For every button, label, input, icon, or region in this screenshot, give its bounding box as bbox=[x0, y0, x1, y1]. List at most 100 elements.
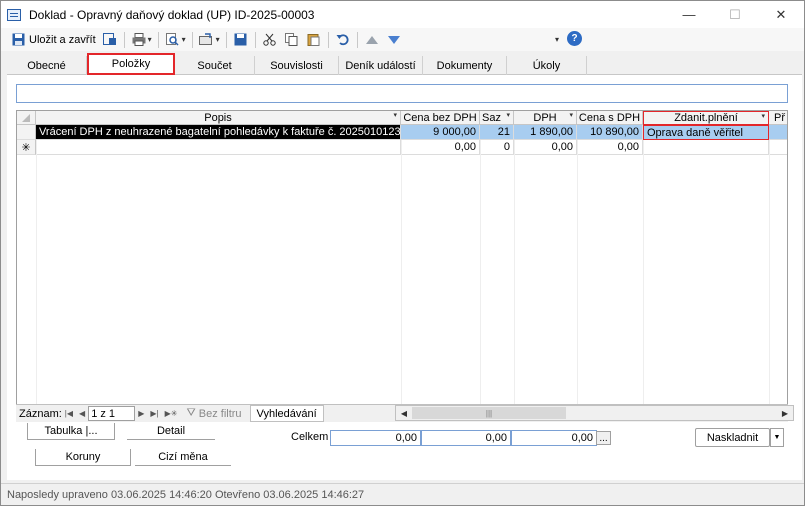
cell-sazba[interactable]: 21 bbox=[480, 125, 514, 140]
cell-pr[interactable] bbox=[769, 140, 787, 155]
scroll-left-icon[interactable]: ◀ bbox=[397, 407, 411, 420]
export-button[interactable]: ▾ bbox=[196, 30, 223, 50]
sort-dropdown-icon[interactable]: ▾ bbox=[393, 111, 397, 119]
triangle-down-icon bbox=[386, 32, 402, 48]
row-indicator[interactable] bbox=[17, 125, 36, 140]
form-icon bbox=[7, 8, 21, 21]
tab-detail[interactable]: Detail bbox=[127, 423, 215, 440]
new-record-icon[interactable]: ▶✳ bbox=[165, 409, 178, 418]
column-header-pr[interactable]: Př bbox=[769, 111, 787, 125]
save-new-button[interactable] bbox=[99, 30, 121, 50]
next-record-button[interactable] bbox=[383, 30, 405, 50]
search-box[interactable]: Vyhledávání bbox=[249, 405, 324, 422]
copy-icon bbox=[284, 32, 300, 48]
title-bar: Doklad - Opravný daňový doklad (UP) ID-2… bbox=[1, 1, 804, 28]
close-button[interactable]: ✕ bbox=[758, 1, 804, 28]
cell-sazba[interactable]: 0 bbox=[480, 140, 514, 155]
print-button[interactable]: ▾ bbox=[128, 30, 155, 50]
status-bar: Naposledy upraveno 03.06.2025 14:46:20 O… bbox=[1, 483, 804, 505]
undo-icon bbox=[335, 32, 351, 48]
document-window: Doklad - Opravný daňový doklad (UP) ID-2… bbox=[0, 0, 805, 506]
tab-tabulka[interactable]: Tabulka |... bbox=[27, 423, 115, 440]
tab-polozky[interactable]: Položky bbox=[87, 53, 175, 75]
tab-cizi-mena[interactable]: Cizí měna bbox=[135, 449, 231, 466]
scroll-thumb[interactable]: ||| bbox=[412, 407, 566, 419]
cell-pr[interactable] bbox=[769, 125, 787, 140]
save-as-icon bbox=[102, 32, 118, 48]
scissors-icon bbox=[262, 32, 278, 48]
tab-koruny[interactable]: Koruny bbox=[35, 449, 131, 466]
scroll-right-icon[interactable]: ▶ bbox=[778, 407, 792, 420]
tab-ukoly[interactable]: Úkoly bbox=[507, 56, 587, 75]
items-grid[interactable]: Popis ▾ Cena bez DPH Saz ▾ DPH ▾ Cena s DPH… bbox=[16, 110, 788, 422]
tab-souvislosti[interactable]: Souvislosti bbox=[255, 56, 339, 75]
preview-button[interactable]: ▾ bbox=[162, 30, 189, 50]
cell-dph[interactable]: 1 890,00 bbox=[514, 125, 577, 140]
cell-cena-s-dph[interactable]: 10 890,00 bbox=[577, 125, 643, 140]
column-header-sazba[interactable]: Saz ▾ bbox=[480, 111, 514, 125]
naskladnit-dropdown-icon[interactable]: ▼ bbox=[770, 428, 784, 447]
cell-cena-bez-dph[interactable]: 0,00 bbox=[401, 140, 480, 155]
column-header-zdanit-plneni[interactable]: Zdanit.plnění ▾ bbox=[643, 111, 769, 125]
previous-record-button[interactable] bbox=[361, 30, 383, 50]
totals-label: Celkem bbox=[291, 431, 329, 443]
next-record-icon[interactable]: ▶ bbox=[138, 409, 144, 418]
first-record-icon[interactable]: |◀ bbox=[65, 409, 73, 418]
column-header-dph[interactable]: DPH ▾ bbox=[514, 111, 577, 125]
cell-cena-s-dph[interactable]: 0,00 bbox=[577, 140, 643, 155]
new-row-indicator[interactable]: ✳ bbox=[17, 140, 36, 155]
total-cena-bez-dph: 0,00 bbox=[330, 430, 421, 446]
prev-record-icon[interactable]: ◀ bbox=[79, 409, 85, 418]
paste-button[interactable] bbox=[303, 30, 325, 50]
totals-more-button[interactable]: ... bbox=[596, 431, 611, 445]
print-dropdown-icon[interactable]: ▾ bbox=[148, 35, 152, 44]
grid-corner[interactable] bbox=[17, 111, 36, 125]
floppy-icon bbox=[10, 32, 26, 48]
window-title: Doklad - Opravný daňový doklad (UP) ID-2… bbox=[29, 7, 315, 22]
cell-dph[interactable]: 0,00 bbox=[514, 140, 577, 155]
cell-popis[interactable] bbox=[36, 140, 401, 155]
toolbar-dropdown[interactable]: ▾ bbox=[461, 31, 559, 48]
naskladnit-button[interactable]: Naskladnit bbox=[695, 428, 770, 447]
preview-dropdown-icon[interactable]: ▾ bbox=[182, 35, 186, 44]
sort-dropdown-icon[interactable]: ▾ bbox=[569, 111, 573, 119]
minimize-button[interactable]: — bbox=[666, 1, 712, 28]
save-close-button[interactable]: Uložit a zavřít bbox=[7, 30, 99, 50]
cell-cena-bez-dph[interactable]: 9 000,00 bbox=[401, 125, 480, 140]
filter-input[interactable] bbox=[16, 84, 788, 103]
save-button[interactable] bbox=[230, 30, 252, 50]
tab-denik-udalosti[interactable]: Deník událostí bbox=[339, 56, 423, 75]
sort-dropdown-icon[interactable]: ▾ bbox=[506, 111, 510, 119]
horizontal-scrollbar[interactable]: ◀ ||| ▶ bbox=[395, 405, 794, 421]
tab-soucet[interactable]: Součet bbox=[175, 56, 255, 75]
toolbar: Uložit a zavřít ▾ ▾ ▾ ▾ ? bbox=[1, 28, 804, 51]
undo-button[interactable] bbox=[332, 30, 354, 50]
column-header-cena-s-dph[interactable]: Cena s DPH bbox=[577, 111, 643, 125]
cut-button[interactable] bbox=[259, 30, 281, 50]
record-position-input[interactable]: 1 z 1 bbox=[88, 406, 136, 421]
floppy-icon bbox=[233, 32, 249, 48]
triangle-up-icon bbox=[364, 32, 380, 48]
cell-popis[interactable]: Vrácení DPH z neuhrazené bagatelní pohle… bbox=[36, 125, 401, 140]
maximize-button[interactable]: ☐ bbox=[712, 1, 758, 28]
last-record-icon[interactable]: ▶| bbox=[150, 409, 158, 418]
tab-strip: Obecné Položky Součet Souvislosti Deník … bbox=[7, 53, 802, 75]
tab-dokumenty[interactable]: Dokumenty bbox=[423, 56, 507, 75]
no-filter-button[interactable]: ⛛ Bez filtru bbox=[186, 407, 241, 420]
column-header-cena-bez-dph[interactable]: Cena bez DPH bbox=[401, 111, 480, 125]
sort-dropdown-icon[interactable]: ▾ bbox=[761, 112, 765, 120]
copy-button[interactable] bbox=[281, 30, 303, 50]
export-dropdown-icon[interactable]: ▾ bbox=[216, 35, 220, 44]
column-header-popis[interactable]: Popis ▾ bbox=[36, 111, 401, 125]
items-panel: Popis ▾ Cena bez DPH Saz ▾ DPH ▾ Cena s DPH… bbox=[7, 75, 802, 480]
cell-zdanit-plneni[interactable] bbox=[643, 140, 769, 155]
save-close-label: Uložit a zavřít bbox=[29, 33, 96, 46]
tab-obecne[interactable]: Obecné bbox=[7, 56, 87, 75]
help-icon[interactable]: ? bbox=[567, 31, 582, 46]
magnifier-icon bbox=[165, 32, 181, 48]
clipboard-icon bbox=[306, 32, 322, 48]
funnel-icon: ⛛ bbox=[186, 407, 196, 419]
total-dph: 0,00 bbox=[421, 430, 511, 446]
printer-icon bbox=[131, 32, 147, 48]
cell-zdanit-plneni[interactable]: Oprava daně věřitel bbox=[643, 125, 769, 140]
